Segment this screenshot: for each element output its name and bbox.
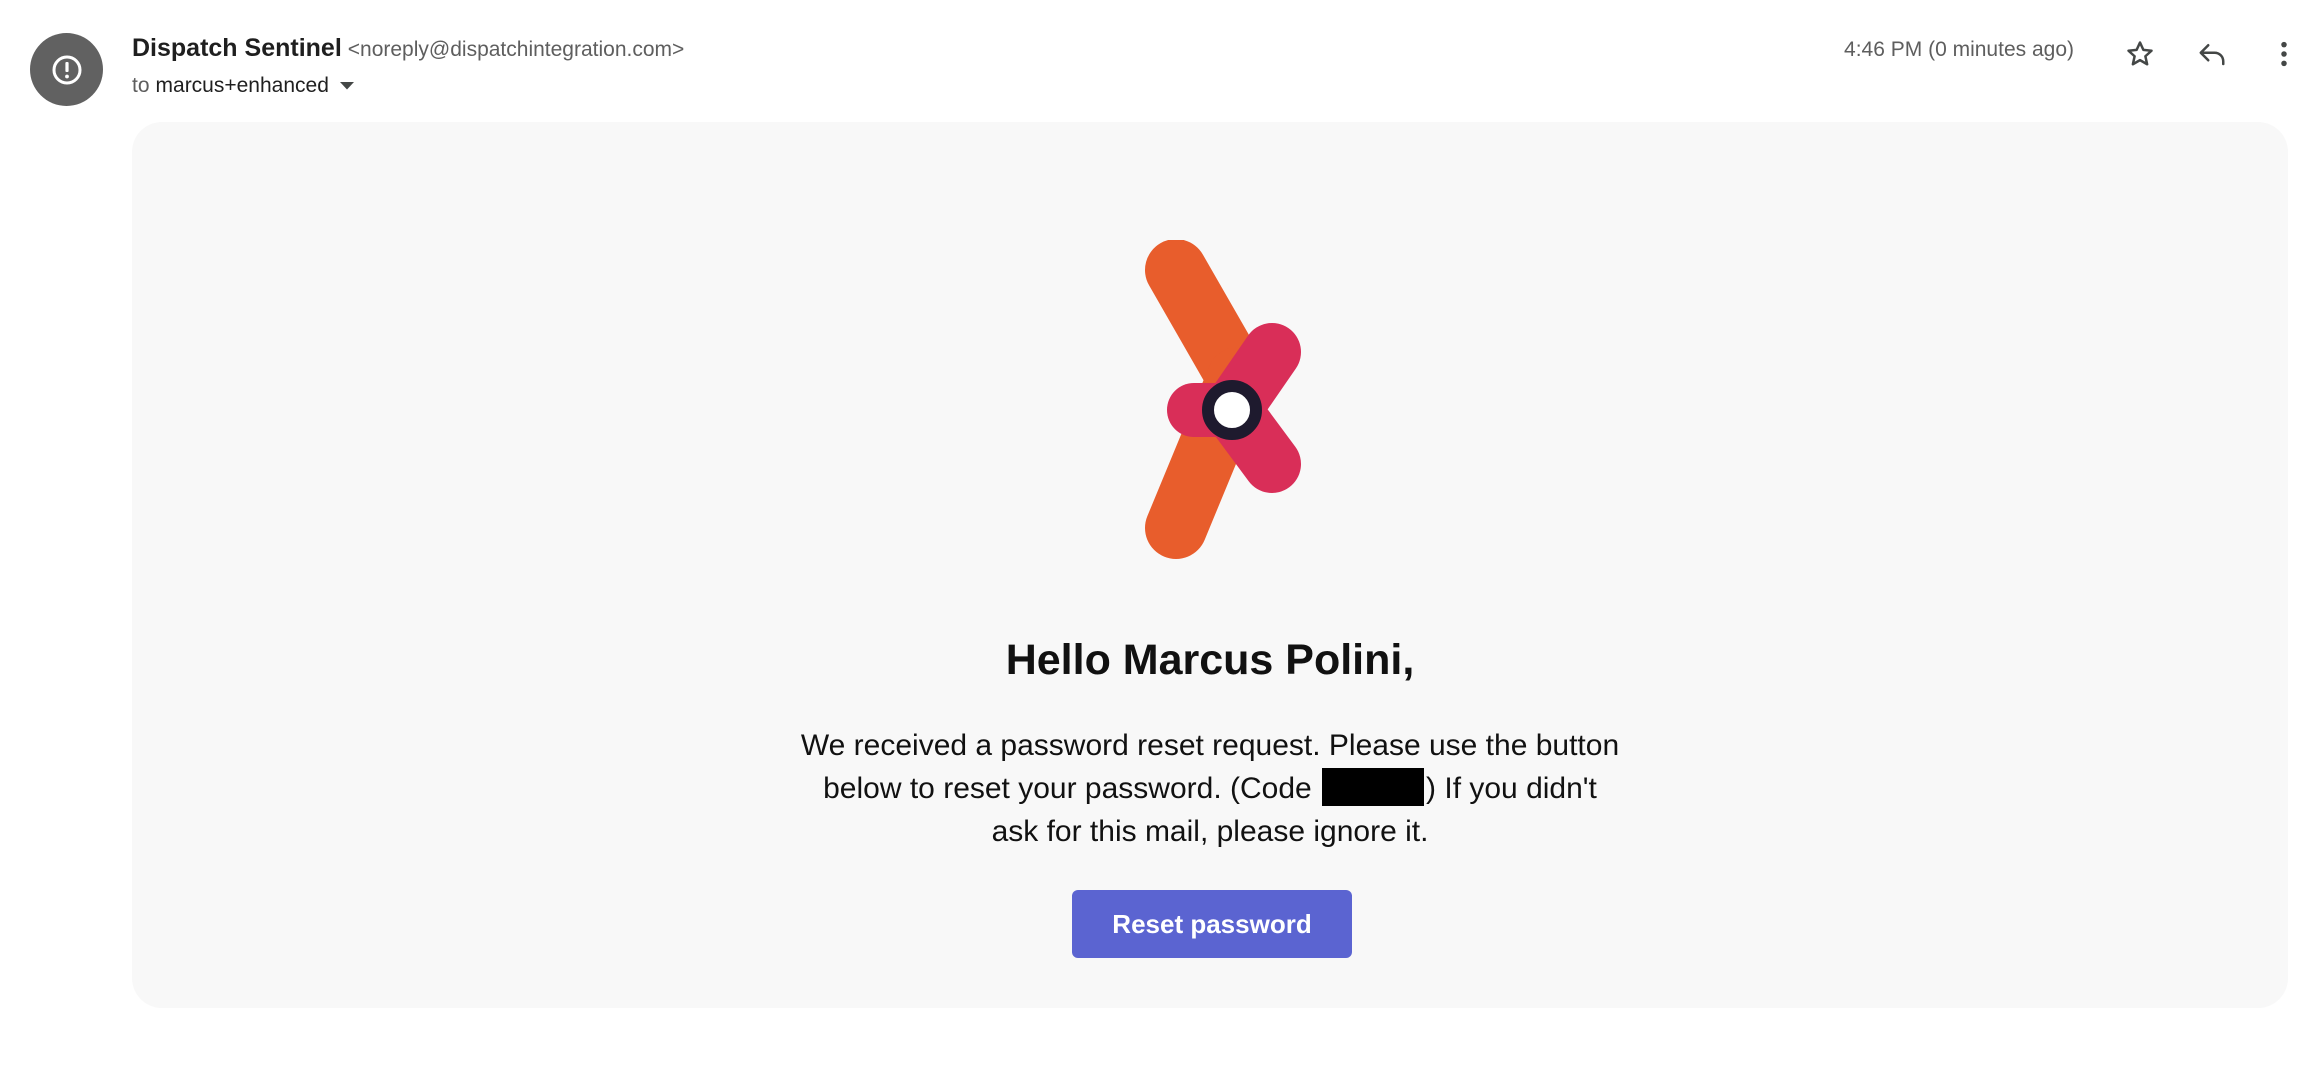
sender-name[interactable]: Dispatch Sentinel — [132, 34, 342, 63]
dispatch-logo-icon — [1110, 239, 1310, 580]
more-vertical-icon[interactable] — [2260, 30, 2308, 78]
recipient-prefix: to — [132, 74, 150, 97]
reply-icon[interactable] — [2188, 30, 2236, 78]
email-view: Dispatch Sentinel <noreply@dispatchinteg… — [0, 0, 2320, 1072]
email-greeting: Hello Marcus Polini, — [1005, 636, 1415, 684]
star-icon[interactable] — [2116, 30, 2164, 78]
redacted-code — [1322, 768, 1425, 806]
sender-line: Dispatch Sentinel <noreply@dispatchinteg… — [132, 34, 684, 63]
sender-email: <noreply@dispatchintegration.com> — [347, 38, 685, 61]
reset-password-button[interactable]: Reset password — [1072, 890, 1352, 958]
email-timestamp: 4:46 PM (0 minutes ago) — [1844, 38, 2074, 61]
caret-down-icon[interactable] — [339, 81, 355, 91]
alert-circle-icon — [30, 33, 103, 106]
recipient-name: marcus+enhanced — [155, 74, 329, 97]
recipient-line: to marcus+enhanced — [132, 74, 355, 98]
email-message: We received a password reset request. Pl… — [800, 724, 1620, 853]
header-actions — [2092, 30, 2308, 78]
